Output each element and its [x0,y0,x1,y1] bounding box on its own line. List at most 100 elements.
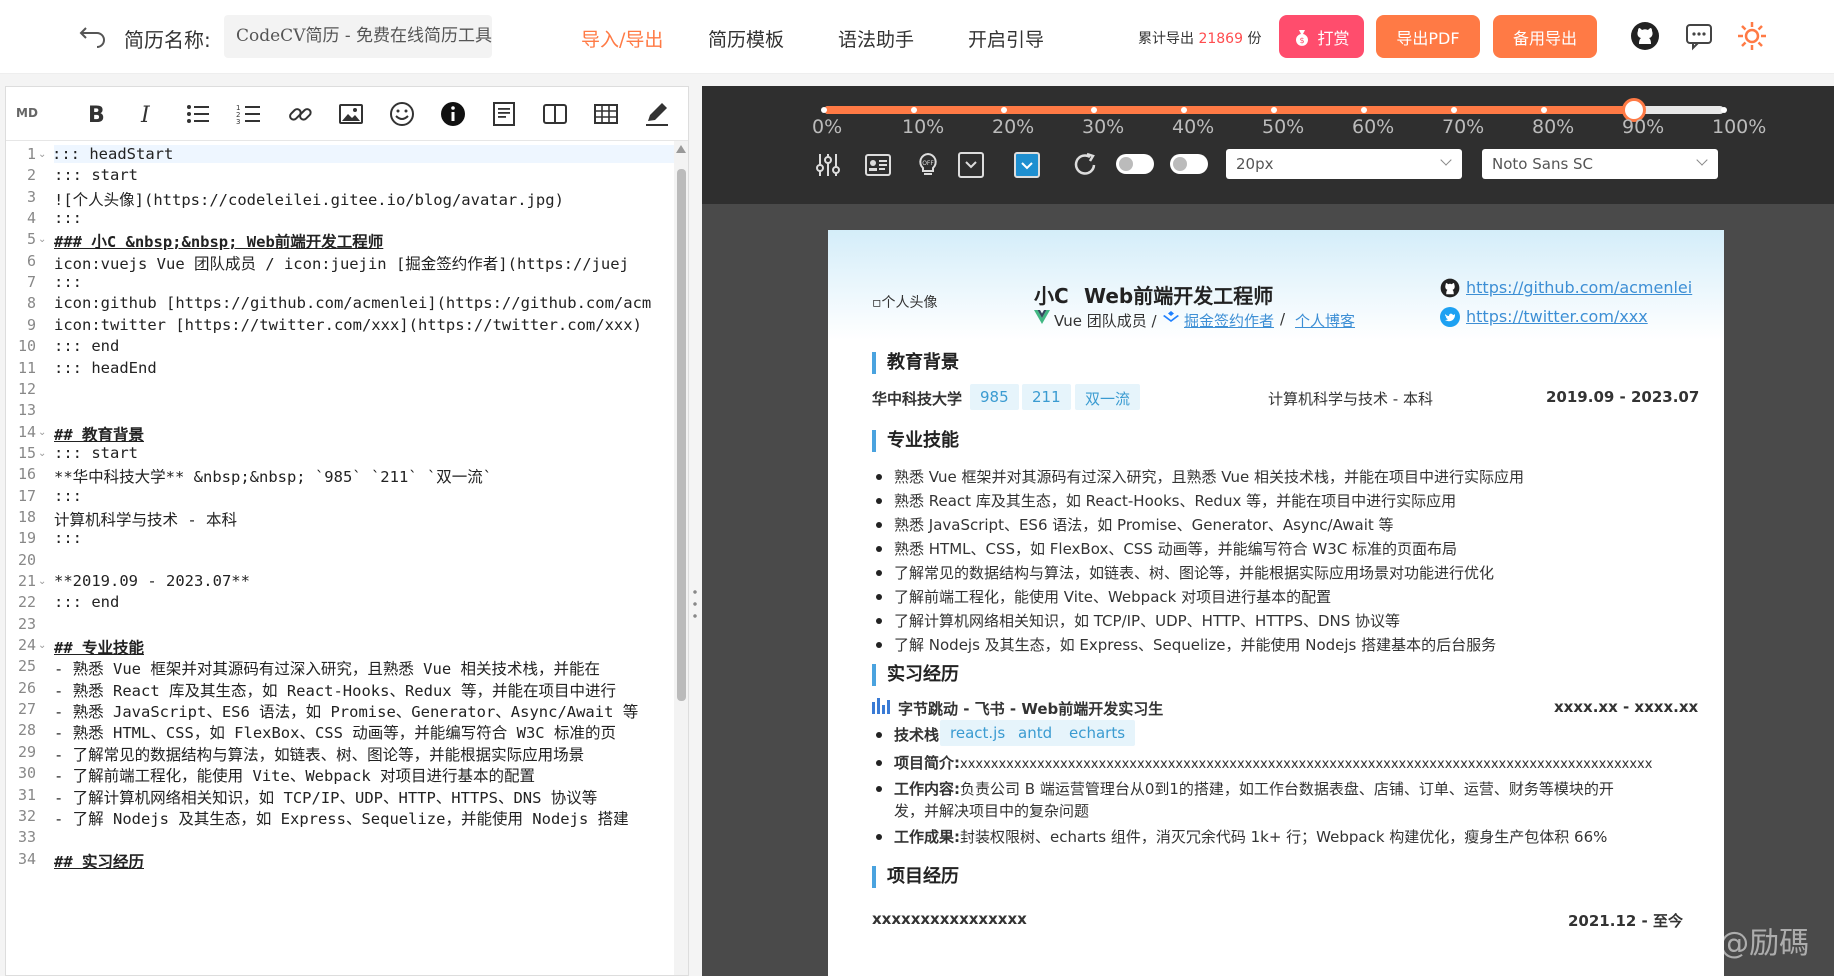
image-icon[interactable] [337,100,365,128]
export-count: 累计导出 21869 份 [1138,31,1262,47]
csdn-watermark: CSDN @励碼 [1624,926,1810,961]
fold-toggle[interactable]: ⌄ [38,576,46,587]
code-line[interactable]: - 熟悉 Vue 框架并对其源码有过深入研究，且熟悉 Vue 相关技术栈，并能在 [54,657,600,679]
code-line[interactable]: - 熟悉 React 库及其生态，如 React-Hooks、Redux 等，并… [54,679,616,701]
dropdown-box-icon[interactable] [956,150,986,180]
reward-button[interactable]: $ 打赏 [1279,15,1364,58]
fold-toggle[interactable]: ⌄ [38,149,46,160]
code-line[interactable]: ::: end [54,337,119,355]
toggle-switch-2[interactable] [1170,154,1208,174]
scroll-up-arrow[interactable] [676,145,686,153]
zoom-label: 0% [812,116,843,138]
editor-scrollbar[interactable] [674,141,688,975]
code-line[interactable]: - 了解计算机网络相关知识，如 TCP/IP、UDP、HTTP、HTTPS、DN… [54,786,597,808]
code-area[interactable]: ::: headStart::: start![个人头像](https://co… [54,141,674,975]
font-size-select[interactable]: 20px [1226,149,1462,179]
major: 计算机科学与技术 - 本科 [1268,390,1433,408]
bullet-list-icon[interactable] [184,100,212,128]
bold-icon[interactable]: B [82,100,110,128]
line-number: 10 [17,337,36,356]
resume-name-input[interactable]: CodeCV简历 - 免费在线简历工具 [224,15,492,58]
zoom-tick [1721,107,1727,113]
github-link[interactable]: https://github.com/acmenlei [1466,278,1692,297]
code-line[interactable]: ::: [54,529,82,547]
code-line[interactable]: ::: [54,273,82,291]
refresh-icon[interactable] [1070,150,1100,180]
code-line[interactable]: ::: [54,487,82,505]
backup-export-button[interactable]: 备用导出 [1493,15,1597,58]
code-line[interactable]: ![个人头像](https://codeleilei.gitee.io/blog… [54,188,564,210]
info-icon[interactable] [439,100,467,128]
table-icon[interactable] [592,100,620,128]
juejin-author-link[interactable]: 掘金签约作者 [1184,310,1274,331]
code-line[interactable]: ::: headEnd [54,359,157,377]
code-line[interactable]: ### 小C &nbsp;&nbsp; Web前端开发工程师 [54,230,383,252]
lightbulb-icon[interactable]: OFF [913,150,943,180]
id-card-icon[interactable] [863,150,893,180]
code-block-icon[interactable] [490,100,518,128]
italic-icon[interactable]: I [133,100,161,128]
message-icon[interactable] [1683,20,1715,52]
nav-templates[interactable]: 简历模板 [708,25,784,52]
fold-toggle[interactable]: ⌄ [38,640,46,651]
twitter-link[interactable]: https://twitter.com/xxx [1466,307,1648,326]
code-line[interactable]: - 熟悉 HTML、CSS，如 FlexBox、CSS 动画等，并能编写符合 W… [54,721,616,743]
education-tag-985: 985 [970,384,1019,410]
code-line[interactable]: icon:vuejs Vue 团队成员 / icon:juejin [掘金签约作… [54,252,629,274]
pen-icon[interactable] [643,100,671,128]
nav-import-export[interactable]: 导入/导出 [581,25,663,52]
toggle-switch-1[interactable] [1116,154,1154,174]
code-line[interactable]: ## 实习经历 [54,850,144,872]
resume-title: Web前端开发工程师 [1084,284,1274,308]
code-line[interactable]: - 了解 Nodejs 及其生态，如 Express、Sequelize，并能使… [54,807,629,829]
nav-start-guide[interactable]: 开启引导 [968,25,1044,52]
ordered-list-icon[interactable]: 123 [235,100,263,128]
line-number: 11 [17,358,36,377]
code-line[interactable]: ::: headStart [54,145,674,163]
code-line[interactable]: ::: start [54,444,138,462]
code-line[interactable]: ::: [54,209,82,227]
pane-splitter[interactable] [689,86,702,976]
code-line[interactable]: ## 专业技能 [54,636,144,658]
education-tag-double-first-class: 双一流 [1075,384,1141,410]
fold-toggle[interactable]: ⌄ [38,427,46,438]
line-number: 17 [17,486,36,505]
line-number: 27 [17,700,36,719]
nav-syntax-helper[interactable]: 语法助手 [838,25,914,52]
money-bag-icon: $ [1296,29,1309,46]
export-pdf-button[interactable]: 导出PDF [1376,15,1480,58]
zoom-label: 50% [1262,116,1305,138]
code-line[interactable]: - 了解常见的数据结构与算法，如链表、树、图论等，并能根据实际应用场景 [54,743,584,765]
line-number: 15 [17,443,36,462]
back-icon[interactable] [76,22,106,52]
font-family-select[interactable]: Noto Sans SC [1482,149,1718,179]
skills-heading: 专业技能 [872,430,959,452]
code-line[interactable]: **华中科技大学** &nbsp;&nbsp; `985` `211` `双一流… [54,465,492,487]
feishu-chart-icon [872,698,890,714]
code-line[interactable]: ::: start [54,166,138,184]
svg-text:3: 3 [236,118,240,126]
fold-toggle[interactable]: ⌄ [38,448,46,459]
line-number: 25 [17,657,36,676]
code-line[interactable]: icon:twitter [https://twitter.com/xxx](h… [54,316,642,334]
code-line[interactable]: 计算机科学与技术 - 本科 [54,508,237,530]
sliders-icon[interactable] [813,150,843,180]
fold-toggle[interactable]: ⌄ [38,234,46,245]
checkbox-icon[interactable] [1012,150,1042,180]
personal-blog-link[interactable]: 个人博客 [1295,310,1355,331]
scroll-thumb[interactable] [677,169,686,701]
emoji-icon[interactable] [388,100,416,128]
code-line[interactable]: ::: end [54,593,119,611]
line-number: 5 [26,230,36,249]
code-line[interactable]: - 了解前端工程化，能使用 Vite、Webpack 对项目进行基本的配置 [54,764,535,786]
code-line[interactable]: ## 教育背景 [54,423,144,445]
line-number: 6 [26,251,36,270]
github-icon[interactable] [1629,20,1661,52]
code-line[interactable]: **2019.09 - 2023.07** [54,572,250,590]
code-line[interactable]: icon:github [https://github.com/acmenlei… [54,294,651,312]
sun-theme-icon[interactable] [1736,20,1768,52]
columns-icon[interactable] [541,100,569,128]
line-number: 24 [17,636,36,655]
link-icon[interactable] [286,100,314,128]
code-line[interactable]: - 熟悉 JavaScript、ES6 语法，如 Promise、Generat… [54,700,638,722]
